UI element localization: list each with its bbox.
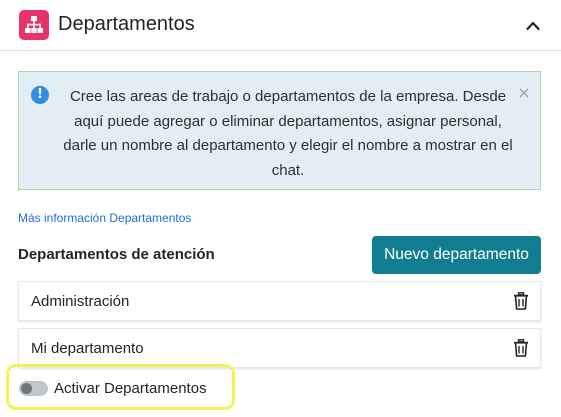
trash-icon — [514, 292, 528, 310]
activate-departments-label[interactable]: Activar Departamentos — [54, 380, 207, 397]
info-alert: ! Cree las areas de trabajo o departamen… — [18, 71, 541, 190]
collapse-button[interactable] — [520, 14, 546, 38]
panel-header: Departamentos — [0, 0, 561, 51]
sitemap-icon — [19, 10, 49, 40]
more-info-link[interactable]: Más información Departamentos — [18, 211, 191, 225]
chevron-up-icon — [526, 21, 540, 31]
page-title: Departamentos — [58, 13, 195, 35]
department-name: Mi departamento — [31, 340, 144, 357]
activate-departments-switch[interactable] — [19, 381, 48, 396]
close-icon[interactable]: × — [517, 85, 531, 101]
info-glyph: ! — [37, 87, 43, 102]
department-name: Administración — [31, 293, 130, 310]
trash-icon — [514, 339, 528, 357]
section-title: Departamentos de atención — [18, 246, 215, 263]
new-department-button[interactable]: Nuevo departamento — [372, 236, 541, 274]
activate-departments-toggle-group: Activar Departamentos — [6, 364, 235, 410]
switch-knob — [21, 383, 32, 394]
delete-department-button[interactable] — [513, 292, 529, 310]
department-row: Administración — [18, 281, 541, 321]
department-row: Mi departamento — [18, 328, 541, 368]
delete-department-button[interactable] — [513, 339, 529, 357]
info-circle-icon: ! — [31, 86, 49, 104]
alert-message: Cree las areas de trabajo o departamento… — [63, 88, 513, 179]
